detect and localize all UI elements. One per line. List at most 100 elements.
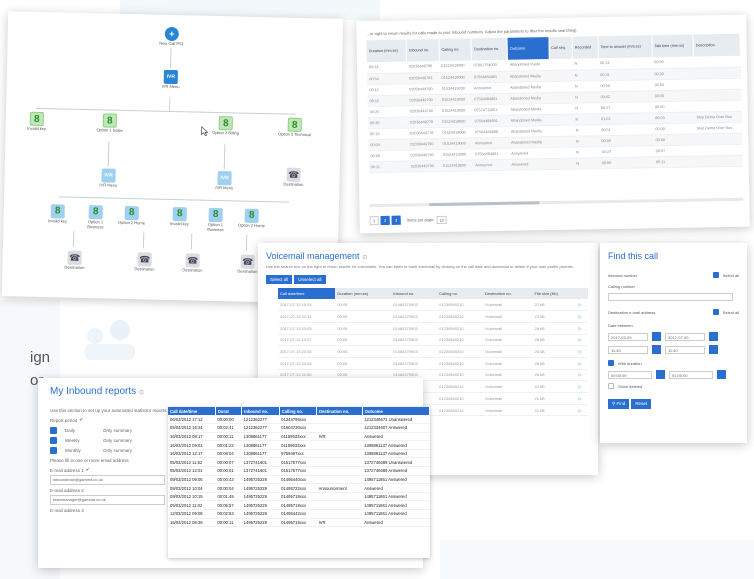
- column-header[interactable]: Outcome: [362, 407, 431, 415]
- page-button[interactable]: 2: [380, 215, 390, 226]
- clock-icon[interactable]: [717, 370, 726, 379]
- column-header[interactable]: Durat: [215, 407, 243, 415]
- table-row[interactable]: 2017-07-13 02:31 00:05 01484370903 01234569…: [278, 310, 588, 323]
- find-button[interactable]: ⚲ Find: [608, 399, 630, 409]
- column-header[interactable]: [576, 288, 588, 299]
- table-row[interactable]: 2017-07-13 10:24 00:05 01484370903 01234569…: [278, 299, 588, 312]
- duration-to-input[interactable]: 01:00:00: [669, 370, 713, 379]
- column-header[interactable]: Duration (mm:ss): [366, 39, 407, 63]
- table-row[interactable]: 2017-07-13 10:57 00:05 01484370903 01234569…: [278, 334, 588, 347]
- unselect-all-button[interactable]: Unselect all: [294, 275, 326, 284]
- monthly-checkbox[interactable]: [50, 446, 57, 454]
- table-row[interactable]: 05/04/2012 16:24 00:02:41 1212362277 016047…: [168, 423, 430, 433]
- clock-icon[interactable]: [656, 370, 665, 379]
- email2-input[interactable]: teammanager@gamma.co.uk: [50, 495, 165, 505]
- play-icon[interactable]: ▷: [576, 345, 588, 358]
- ivr-node-option[interactable]: 8 Option 1 Business: [199, 207, 232, 233]
- table-row[interactable]: 09/03/2012 09:05 00:00:43 1495725229 014954…: [168, 475, 430, 485]
- daily-checkbox[interactable]: [50, 426, 57, 434]
- date-from-input[interactable]: 2017-03-29: [608, 332, 648, 341]
- play-icon[interactable]: ▷: [576, 322, 588, 335]
- column-header[interactable]: File size (Kb): [532, 288, 577, 299]
- ivr-node-option[interactable]: 8 Invalid key: [21, 111, 53, 132]
- table-row[interactable]: 16/03/2012 08:17 00:00:11 1308861177 011595…: [168, 432, 430, 442]
- select-all-dest-checkbox[interactable]: [712, 309, 719, 315]
- table-row[interactable]: 09/03/2012 10:04 00:00:04 1495725229 014957…: [168, 483, 430, 493]
- ivr-node-option[interactable]: 8 Option 2 Home: [115, 205, 147, 226]
- column-header[interactable]: Recorded: [572, 36, 598, 59]
- table-row[interactable]: 2017-07-13 23:35 00:05 01484370903 01234569…: [278, 345, 588, 358]
- table-row[interactable]: 2017-07-13 23:05 00:05 01484370903 01234569…: [278, 322, 588, 335]
- with-duration-checkbox[interactable]: [608, 360, 614, 366]
- select-all-inbound-checkbox[interactable]: [712, 272, 719, 278]
- ivr-node-new-call[interactable]: + New Call PS1: [156, 26, 188, 47]
- table-row[interactable]: 05/03/2012 11:52 00:00:07 1372741601 015175…: [168, 457, 430, 468]
- ivr-node-option[interactable]: 8 Option 3 Technical: [278, 117, 312, 137]
- page-size-select[interactable]: 10: [436, 215, 447, 224]
- play-icon[interactable]: ▷: [576, 310, 588, 323]
- select-all-button[interactable]: Select all: [266, 275, 293, 284]
- play-icon[interactable]: ▷: [576, 334, 588, 347]
- play-icon[interactable]: ▷: [576, 380, 588, 393]
- ivr-node-option[interactable]: 8 Option 2 Billing: [210, 116, 242, 136]
- ivr-node-destination[interactable]: ☎ Destination: [58, 250, 90, 270]
- play-icon[interactable]: ▷: [576, 357, 588, 370]
- table-row[interactable]: 12/03/2012 09:08 00:02:53 1495725229 014954…: [168, 509, 430, 519]
- page-button[interactable]: 3: [391, 215, 401, 225]
- column-header[interactable]: Calling no.: [438, 38, 472, 61]
- column-header[interactable]: Time to answer (mm:ss): [597, 35, 653, 59]
- play-icon[interactable]: ▷: [576, 299, 588, 312]
- reset-button[interactable]: Reset: [631, 399, 652, 409]
- table-row[interactable]: 05/03/2012 12:01 00:00:01 1372741601 015175…: [168, 466, 430, 476]
- help-icon[interactable]: ⊙: [139, 390, 144, 396]
- ivr-node-menu[interactable]: IVR IVR Menu: [155, 69, 187, 90]
- column-header[interactable]: Talk time (mm:ss): [651, 34, 694, 58]
- duration-from-input[interactable]: 00:00:00: [608, 370, 652, 379]
- column-header[interactable]: Call date/time: [168, 407, 216, 415]
- calendar-icon[interactable]: [652, 332, 661, 341]
- help-icon[interactable]: ⊙: [362, 255, 367, 261]
- ivr-node-option[interactable]: 8 Invalid key: [41, 204, 73, 224]
- ivr-node-option[interactable]: 8 Invalid key: [163, 207, 195, 227]
- column-header[interactable]: Inbound no.: [406, 38, 440, 62]
- column-header[interactable]: Inbound no.: [391, 288, 438, 299]
- time-from-input[interactable]: 11:40: [608, 345, 648, 354]
- column-header[interactable]: Description: [692, 33, 741, 57]
- column-header[interactable]: Destination no.: [483, 288, 533, 299]
- column-header[interactable]: Destination no.: [471, 37, 508, 61]
- clock-icon[interactable]: [709, 345, 718, 354]
- show-deleted-checkbox[interactable]: [608, 383, 614, 389]
- ivr-node-option[interactable]: 8 Option 1 Business: [79, 205, 112, 230]
- column-header[interactable]: Calling no.: [279, 407, 318, 415]
- clock-icon[interactable]: [652, 345, 661, 354]
- column-header[interactable]: Call seq.: [548, 36, 573, 60]
- column-header[interactable]: Destination no.: [316, 407, 363, 415]
- column-header[interactable]: Duration (mm:ss): [335, 288, 392, 299]
- table-row[interactable]: 09/03/2012 10:15 00:01:49 1495725229 014957…: [168, 492, 430, 502]
- table-row[interactable]: 2017-07-13 04:04 00:05 01484370903 01234569…: [278, 357, 588, 370]
- ivr-node-destination[interactable]: ☎ Destination: [276, 167, 310, 187]
- play-icon[interactable]: ▷: [576, 369, 588, 382]
- ivr-node-destination[interactable]: ☎ Destination: [128, 252, 160, 272]
- calling-number-input[interactable]: [608, 293, 733, 301]
- table-row[interactable]: 09/03/2012 11:02 00:05:57 1495725229 014957…: [168, 500, 430, 511]
- page-button[interactable]: 1: [369, 216, 379, 226]
- ivr-node-option[interactable]: 8 Option 1 Sales: [94, 113, 126, 133]
- table-row[interactable]: 06/03/2012 17:12 00:00:00 1212362277 013447…: [168, 415, 430, 425]
- table-row[interactable]: 16/03/2012 12:17 00:08:04 1308861177 975949…: [168, 449, 430, 459]
- table-row[interactable]: 16/03/2012 08:39 00:00:11 1495725229 014957…: [168, 518, 430, 528]
- play-icon[interactable]: ▷: [576, 404, 588, 417]
- table-row[interactable]: 16/03/2012 09:01 00:01:22 1308861177 011595…: [168, 440, 430, 450]
- calendar-icon[interactable]: [709, 332, 718, 341]
- time-to-input[interactable]: 11:40: [665, 345, 705, 354]
- column-header[interactable]: Inbound no.: [241, 407, 280, 415]
- ivr-node-menu[interactable]: IVR IVR Menu: [208, 171, 240, 191]
- date-to-input[interactable]: 2017-07-20: [665, 332, 705, 341]
- email1-input[interactable]: inboundman@gamma.co.uk: [50, 475, 165, 485]
- play-icon[interactable]: ▷: [576, 392, 588, 405]
- ivr-node-destination[interactable]: ☎ Destination: [176, 253, 208, 273]
- weekly-checkbox[interactable]: [50, 436, 57, 444]
- ivr-node-menu[interactable]: IVR IVR Menu: [92, 168, 124, 188]
- column-header[interactable]: Calling no.: [437, 288, 484, 299]
- column-header[interactable]: Outcome: [507, 37, 549, 60]
